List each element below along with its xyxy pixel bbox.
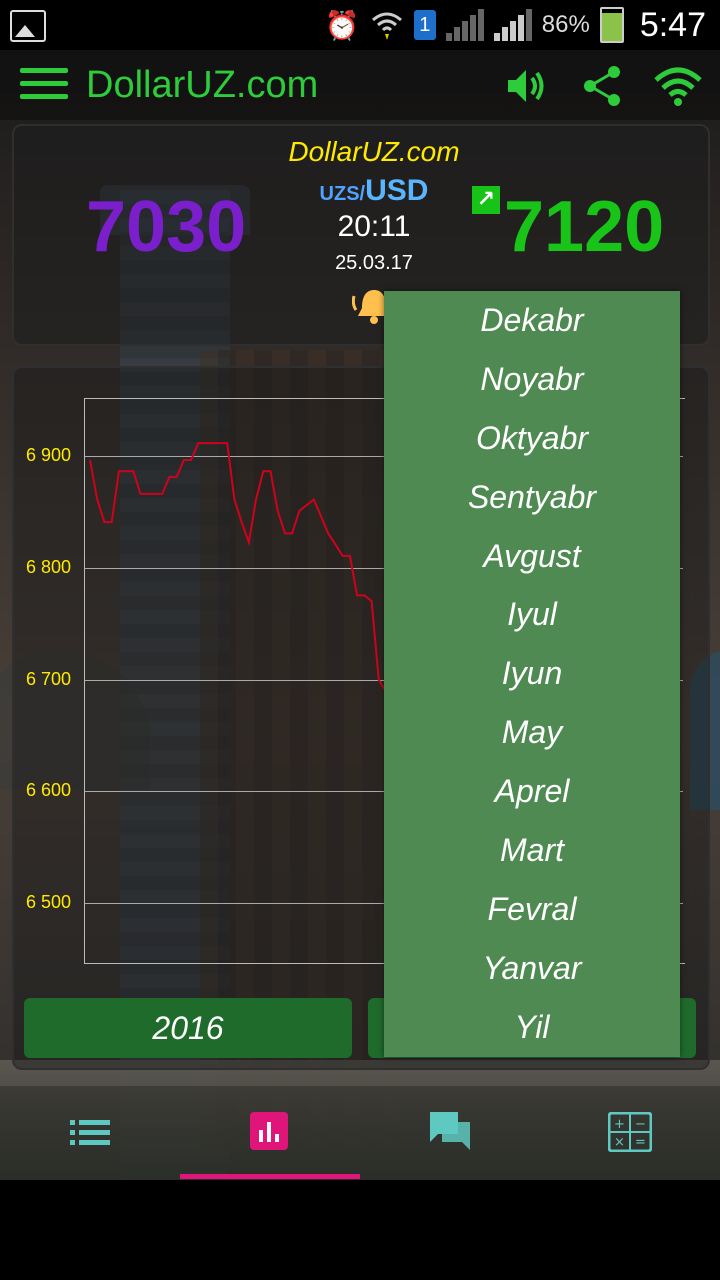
active-tab-indicator (180, 1174, 360, 1179)
month-item-iyul[interactable]: Iyul (384, 585, 680, 644)
month-item-noyabr[interactable]: Noyabr (384, 350, 680, 409)
share-icon[interactable] (578, 62, 626, 110)
rate-time: 20:11 (337, 210, 411, 243)
y-tick-label: 6 600 (26, 780, 72, 800)
status-icons: ⏰ 1 86% 5:47 (325, 0, 706, 50)
month-item-yil[interactable]: Yil (384, 998, 680, 1057)
month-item-dekabr[interactable]: Dekabr (384, 291, 680, 350)
month-item-sentyabr[interactable]: Sentyabr (384, 468, 680, 527)
rate-series-line (89, 442, 384, 691)
image-notification-icon (10, 10, 46, 42)
wifi-icon[interactable] (654, 62, 702, 110)
calculator-icon: + − × = (608, 1112, 652, 1152)
tab-chat[interactable] (360, 1086, 540, 1180)
pair-base: UZS/ (319, 183, 366, 205)
sim-badge: 1 (413, 10, 436, 40)
svg-text:×: × (614, 1135, 625, 1150)
month-item-yanvar[interactable]: Yanvar (384, 939, 680, 998)
month-item-aprel[interactable]: Aprel (384, 762, 680, 821)
tab-calculator[interactable]: + − × = (540, 1086, 720, 1180)
sell-rate: 7120 (504, 187, 665, 267)
month-item-fevral[interactable]: Fevral (384, 880, 680, 939)
y-tick-label: 6 500 (26, 892, 72, 912)
signal-sim1-icon (445, 9, 484, 41)
arrow-up-right-icon: ↗ (472, 186, 500, 214)
tab-chart[interactable] (180, 1086, 360, 1180)
bar-chart-icon (250, 1112, 288, 1150)
battery-percent: 86% (541, 11, 590, 38)
chat-icon (430, 1112, 470, 1150)
list-icon (70, 1120, 110, 1145)
svg-text:−: − (635, 1117, 646, 1132)
menu-icon[interactable] (20, 68, 68, 102)
y-tick-label: 6 800 (26, 557, 72, 577)
alarm-icon: ⏰ (324, 9, 360, 41)
svg-text:+: + (614, 1117, 625, 1132)
currency-pair: UZS/USD (274, 174, 474, 208)
app-bar: DollarUZ.com (0, 50, 720, 120)
month-item-avgust[interactable]: Avgust (384, 527, 680, 586)
app-title: DollarUZ.com (86, 64, 319, 106)
rate-line-chart (89, 442, 384, 691)
month-item-may[interactable]: May (384, 703, 680, 762)
year-button[interactable]: 2016 (24, 998, 352, 1058)
bottom-nav: + − × = (0, 1086, 720, 1180)
status-bar: ⏰ 1 86% 5:47 (0, 0, 720, 50)
sound-icon[interactable] (502, 62, 550, 110)
system-nav-area (0, 1180, 720, 1280)
svg-text:=: = (635, 1135, 646, 1150)
pair-quote: USD (365, 174, 429, 207)
month-item-iyun[interactable]: Iyun (384, 644, 680, 703)
clock: 5:47 (639, 5, 706, 44)
month-dropdown: Dekabr Noyabr Oktyabr Sentyabr Avgust Iy… (384, 291, 680, 1057)
signal-sim2-icon (493, 9, 532, 41)
month-item-oktyabr[interactable]: Oktyabr (384, 409, 680, 468)
battery-icon (599, 7, 624, 43)
y-tick-label: 6 700 (26, 669, 72, 689)
month-item-mart[interactable]: Mart (384, 821, 680, 880)
buy-rate: 7030 (86, 187, 247, 267)
y-tick-label: 6 900 (26, 445, 72, 465)
tab-list[interactable] (0, 1086, 180, 1180)
wifi-status-icon (371, 12, 402, 40)
rate-date: 25.03.17 (335, 252, 413, 274)
brand-label: DollarUZ.com (288, 136, 460, 167)
